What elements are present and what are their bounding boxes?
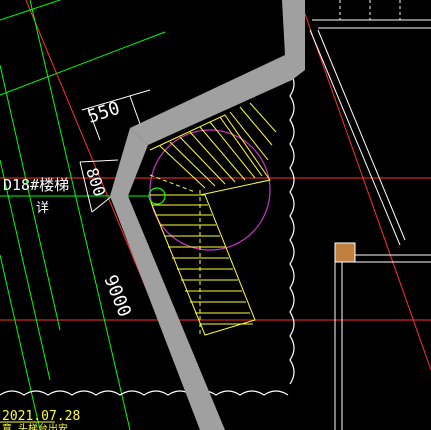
upper-wall	[130, 0, 305, 145]
detail-marker-circle[interactable]	[148, 187, 166, 205]
tread-u9	[239, 106, 273, 146]
tread-u6	[209, 121, 256, 179]
tread-u2	[169, 141, 216, 187]
stair-reference-label: D18#楼梯	[3, 176, 69, 194]
dim-ext-left-2	[91, 195, 113, 213]
left-wall	[110, 128, 225, 430]
turning-radius-circle	[149, 129, 271, 251]
cad-drawing: 550 800 9000 D18#楼梯 详 2021.07.28 意 头梯台出安	[0, 0, 431, 430]
diagonal-axis-right	[299, 0, 431, 371]
green-line-2	[0, 31, 166, 96]
green-grid-lines	[0, 0, 166, 430]
structural-column	[334, 242, 356, 263]
adjacent-building	[309, 0, 431, 430]
dim-ext-left-1	[79, 159, 119, 163]
dim-left-text: 800	[82, 165, 109, 198]
dim-top-text: 550	[85, 98, 122, 128]
revision-note-label: 意 头梯台出安	[2, 422, 68, 430]
tread-u4	[189, 131, 236, 183]
cloud-bottom-edge	[0, 390, 289, 396]
dim-diagonal-text: 9000	[99, 272, 135, 320]
dim-ext-top-2	[129, 95, 141, 125]
stair-reference-sublabel: 详	[36, 201, 49, 216]
building-slope-1	[309, 29, 401, 246]
tread-u10	[249, 102, 277, 133]
green-line-5	[0, 254, 41, 430]
green-line-1	[0, 0, 61, 21]
axis-lines	[0, 0, 431, 430]
tread-u1	[159, 145, 206, 189]
building-slope-2	[317, 29, 406, 241]
tread-u3	[179, 136, 226, 185]
cad-drawing-canvas[interactable]: 550 800 9000 D18#楼梯 详 2021.07.28 意 头梯台出安	[0, 0, 431, 430]
